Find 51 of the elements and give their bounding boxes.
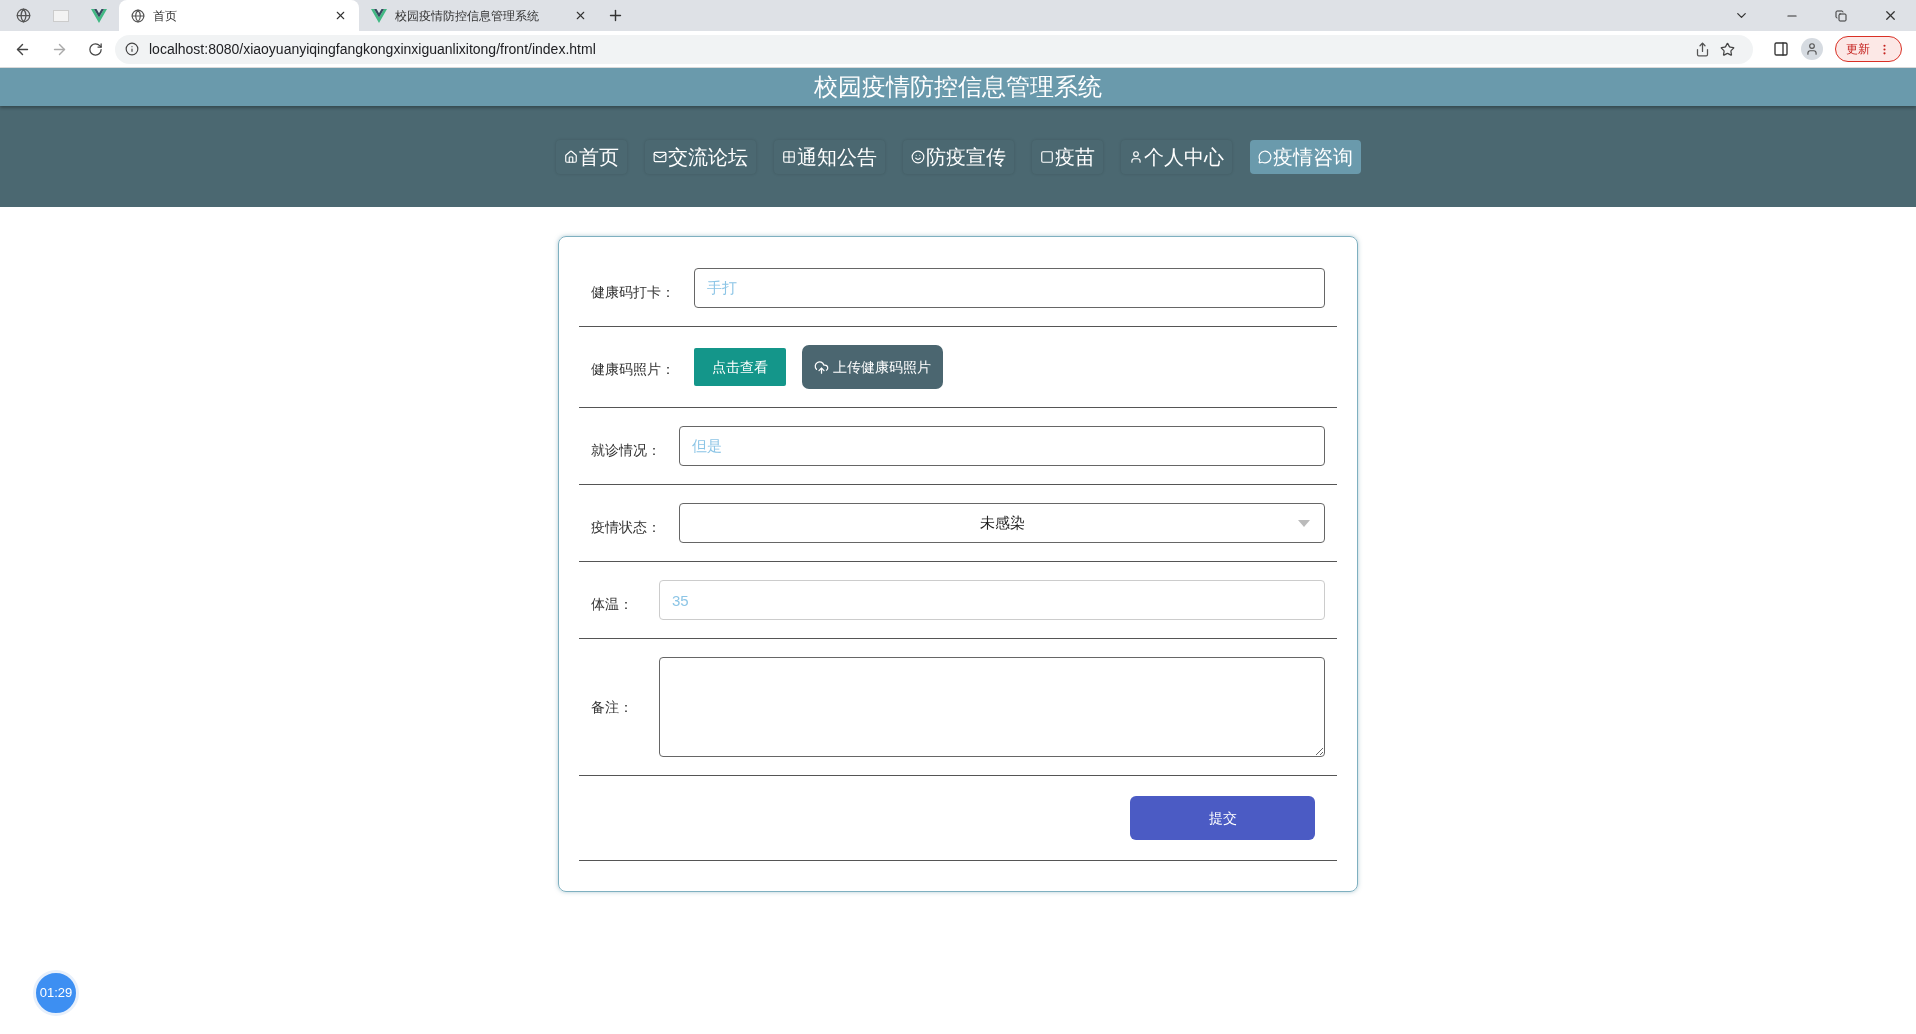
timer-badge[interactable]: 01:29 xyxy=(33,970,79,1016)
field-label: 备注： xyxy=(591,697,633,717)
reload-icon[interactable] xyxy=(88,41,103,57)
user-icon xyxy=(1128,149,1143,164)
close-icon[interactable] xyxy=(334,9,347,22)
home-icon xyxy=(563,149,578,164)
field-label: 就诊情况： xyxy=(591,441,661,460)
site-title: 校园疫情防控信息管理系统 xyxy=(814,72,1102,102)
browser-tab[interactable]: 首页 xyxy=(119,0,359,31)
nav-tab[interactable]: 疫情咨询 xyxy=(1249,139,1361,174)
new-tab-icon[interactable] xyxy=(607,7,624,24)
star-icon[interactable] xyxy=(1720,41,1735,57)
mail-icon xyxy=(652,149,667,164)
field-label: 疫情状态： xyxy=(591,518,661,537)
share-icon[interactable] xyxy=(1695,41,1710,57)
restore-icon[interactable] xyxy=(1835,9,1847,22)
nav-tab[interactable]: 防疫宣传 xyxy=(902,139,1014,174)
select-field[interactable]: 未感染 xyxy=(679,503,1325,543)
field-label: 健康码照片： xyxy=(591,360,675,379)
square-icon xyxy=(1039,149,1054,164)
chat-icon xyxy=(1257,149,1272,164)
field-label: 体温： xyxy=(591,595,633,614)
nav-tab[interactable]: 通知公告 xyxy=(773,139,885,174)
nav-tab[interactable]: 首页 xyxy=(555,139,627,174)
field-label: 健康码打卡： xyxy=(591,283,675,302)
globe-icon xyxy=(131,8,145,23)
vue-logo-icon xyxy=(91,8,107,23)
url-field[interactable]: localhost:8080/xiaoyuanyiqingfangkongxinxiguanlixitong/front/index.html xyxy=(115,34,1753,64)
view-button[interactable]: 点击查看 xyxy=(694,348,786,386)
tab-title: 校园疫情防控信息管理系统 xyxy=(395,7,540,25)
nav-tab[interactable]: 交流论坛 xyxy=(644,139,756,174)
vue-logo-icon xyxy=(371,8,387,23)
nav-tab[interactable]: 疫苗 xyxy=(1031,139,1103,174)
close-icon[interactable] xyxy=(574,9,587,22)
globe-icon[interactable] xyxy=(16,8,31,23)
grid-icon xyxy=(781,149,796,164)
nav-tab[interactable]: 个人中心 xyxy=(1120,139,1232,174)
upload-button[interactable]: 上传健康码照片 xyxy=(802,345,943,389)
submit-button[interactable]: 提交 xyxy=(1130,796,1315,840)
smiley-icon xyxy=(910,149,925,164)
profile-avatar[interactable] xyxy=(1801,38,1823,60)
dropdown-caret-icon xyxy=(1298,520,1310,527)
close-icon[interactable] xyxy=(1883,8,1898,23)
browser-tab[interactable]: 校园疫情防控信息管理系统 xyxy=(359,0,599,31)
side-panel-icon[interactable] xyxy=(1773,41,1789,57)
info-icon xyxy=(125,42,139,56)
remarks-field[interactable] xyxy=(659,657,1325,757)
update-button[interactable]: 更新 xyxy=(1835,36,1902,62)
cloud-upload-icon xyxy=(814,359,829,375)
url-text: localhost:8080/xiaoyuanyiqingfangkongxinxiguanlixitong/front/index.html xyxy=(149,39,597,59)
tab-title: 首页 xyxy=(153,7,178,25)
